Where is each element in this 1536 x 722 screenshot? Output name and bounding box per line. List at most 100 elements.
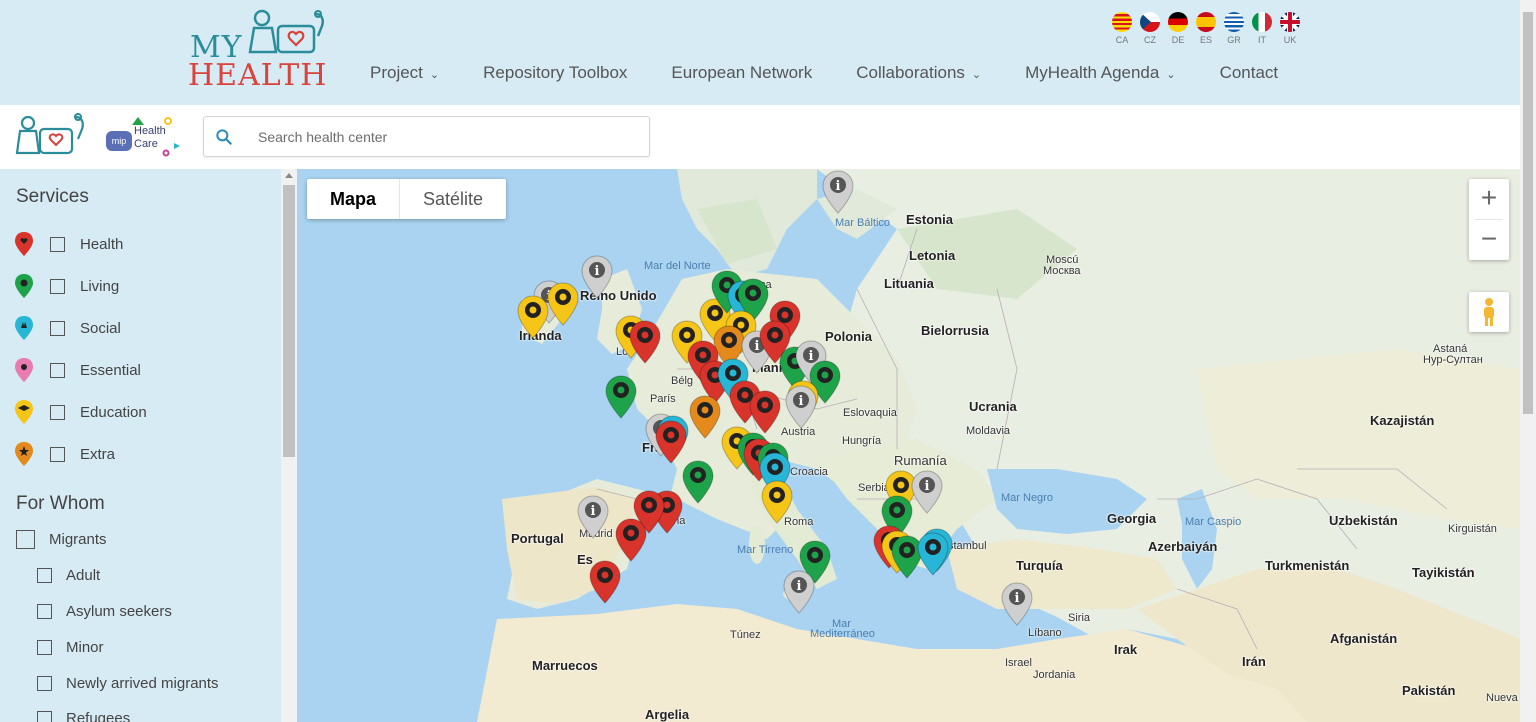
nav-project[interactable]: Project ⌄ xyxy=(370,63,439,83)
service-essential-checkbox[interactable] xyxy=(50,362,65,378)
map-label-eslovaquia: Eslovaquia xyxy=(843,407,897,419)
refugees-checkbox[interactable] xyxy=(37,711,52,722)
extra-marker[interactable] xyxy=(688,394,722,440)
italy-flag-icon xyxy=(1252,12,1272,32)
page-scrollbar-thumb[interactable] xyxy=(1523,12,1533,414)
map-label-moldavia: Moldavia xyxy=(966,425,1011,437)
info-marker[interactable]: i xyxy=(580,254,614,300)
info-marker[interactable]: i xyxy=(784,384,818,430)
lang-de[interactable]: DE xyxy=(1164,12,1192,45)
search-icon[interactable] xyxy=(214,127,234,147)
sidebar-scrollbar-thumb[interactable] xyxy=(283,185,295,457)
zoom-in-button[interactable]: + xyxy=(1469,179,1509,219)
lang-code: CZ xyxy=(1144,35,1156,45)
health-marker[interactable] xyxy=(628,319,662,365)
nav-contact[interactable]: Contact xyxy=(1220,63,1279,83)
lang-es[interactable]: ES xyxy=(1192,12,1220,45)
search-input[interactable] xyxy=(258,117,638,156)
health-care-line2: Care xyxy=(134,138,158,150)
asylum-seekers-checkbox[interactable] xyxy=(37,604,52,619)
migrants-checkbox[interactable] xyxy=(16,530,35,549)
nav-collaborations[interactable]: Collaborations ⌄ xyxy=(856,63,981,83)
map-canvas[interactable]: Estonia Letonia Lituania Bielorrusia Pol… xyxy=(297,169,1520,722)
logo-text-health: HEALTH xyxy=(188,58,328,93)
info-marker[interactable]: i xyxy=(576,494,610,540)
minor-label: Minor xyxy=(66,639,104,656)
main-navigation: Project ⌄ Repository Toolbox European Net… xyxy=(370,63,1322,83)
living-marker[interactable] xyxy=(604,374,638,420)
minor-checkbox[interactable] xyxy=(37,640,52,655)
education-marker[interactable] xyxy=(760,479,794,525)
chevron-down-icon: ⌄ xyxy=(971,68,982,81)
nav-european-network[interactable]: European Network xyxy=(671,63,812,83)
service-extra-checkbox[interactable] xyxy=(50,446,65,462)
map-type-mapa[interactable]: Mapa xyxy=(307,179,401,219)
adult-checkbox[interactable] xyxy=(37,568,52,583)
education-marker[interactable] xyxy=(546,281,580,327)
service-education-checkbox[interactable] xyxy=(50,404,65,420)
lang-ca[interactable]: CA xyxy=(1108,12,1136,45)
nav-repository-toolbox[interactable]: Repository Toolbox xyxy=(483,63,627,83)
nav-agenda-label: MyHealth Agenda xyxy=(1025,63,1160,82)
info-marker[interactable]: i xyxy=(910,469,944,515)
map-label-hungria: Hungría xyxy=(842,435,882,447)
nav-collaborations-label: Collaborations xyxy=(856,63,965,82)
service-extra-label: Extra xyxy=(80,445,116,463)
living-pin-icon xyxy=(15,274,33,298)
social-marker[interactable] xyxy=(916,531,950,577)
service-living-label: Living xyxy=(80,277,120,295)
sea-label-mediterraneo-2: Mediterráneo xyxy=(810,628,875,640)
map-label-ucrania: Ucrania xyxy=(969,399,1017,414)
sidebar-scrollbar[interactable] xyxy=(281,169,297,722)
zoom-out-button[interactable]: − xyxy=(1469,220,1509,260)
for-whom-title: For Whom xyxy=(16,493,105,514)
map-label-nueva: Nueva xyxy=(1486,692,1518,704)
essential-pin-icon xyxy=(15,358,33,382)
map-label-irak: Irak xyxy=(1114,642,1138,657)
health-marker[interactable] xyxy=(614,517,648,563)
extra-pin-icon xyxy=(15,442,33,466)
filter-sidebar: Services Health Living Social Essential … xyxy=(0,169,281,722)
nav-myhealth-agenda[interactable]: MyHealth Agenda ⌄ xyxy=(1025,63,1175,83)
map-label-libano: Líbano xyxy=(1028,627,1062,639)
lang-cz[interactable]: CZ xyxy=(1136,12,1164,45)
map-label-portugal: Portugal xyxy=(511,531,564,546)
map-type-control: Mapa Satélite xyxy=(307,179,507,219)
map-label-tunez: Túnez xyxy=(730,629,761,641)
street-view-pegman[interactable] xyxy=(1469,292,1509,332)
service-living-checkbox[interactable] xyxy=(50,278,65,294)
info-marker[interactable]: i xyxy=(821,169,855,215)
lang-code: DE xyxy=(1171,35,1185,45)
service-health-label: Health xyxy=(80,235,124,253)
living-marker[interactable] xyxy=(681,459,715,505)
sea-label-norte: Mar del Norte xyxy=(644,260,711,272)
map-label-israel: Israel xyxy=(1005,657,1032,669)
svg-text:i: i xyxy=(925,479,930,494)
education-marker[interactable] xyxy=(516,294,550,340)
mip-health-care-logo[interactable]: mip Health Care xyxy=(104,115,188,161)
map-label-polonia: Polonia xyxy=(825,329,872,344)
scroll-up-arrow-icon[interactable] xyxy=(285,173,293,178)
uk-flag-icon xyxy=(1280,12,1300,32)
lang-gr[interactable]: GR xyxy=(1220,12,1248,45)
map-label-georgia: Georgia xyxy=(1107,511,1157,526)
sea-label-baltico: Mar Báltico xyxy=(835,217,891,229)
lang-it[interactable]: IT xyxy=(1248,12,1276,45)
germany-flag-icon xyxy=(1168,12,1188,32)
service-social-checkbox[interactable] xyxy=(50,320,65,336)
newly-arrived-checkbox[interactable] xyxy=(37,676,52,691)
lang-uk[interactable]: UK xyxy=(1276,12,1304,45)
service-social: Social xyxy=(14,314,274,342)
myhealth-small-logo[interactable] xyxy=(14,111,90,164)
info-marker[interactable]: i xyxy=(1000,581,1034,627)
service-health-checkbox[interactable] xyxy=(50,236,65,252)
map-label-kirguistan: Kirguistán xyxy=(1448,523,1497,535)
page-scrollbar[interactable] xyxy=(1520,0,1536,722)
myhealth-logo[interactable]: MY HEALTH xyxy=(188,8,334,93)
map-label-marruecos: Marruecos xyxy=(532,658,598,673)
chevron-down-icon: ⌄ xyxy=(429,68,440,81)
health-marker[interactable] xyxy=(588,559,622,605)
chevron-down-icon: ⌄ xyxy=(1166,68,1176,81)
map-type-satelite[interactable]: Satélite xyxy=(400,179,506,219)
info-marker[interactable]: i xyxy=(782,569,816,615)
